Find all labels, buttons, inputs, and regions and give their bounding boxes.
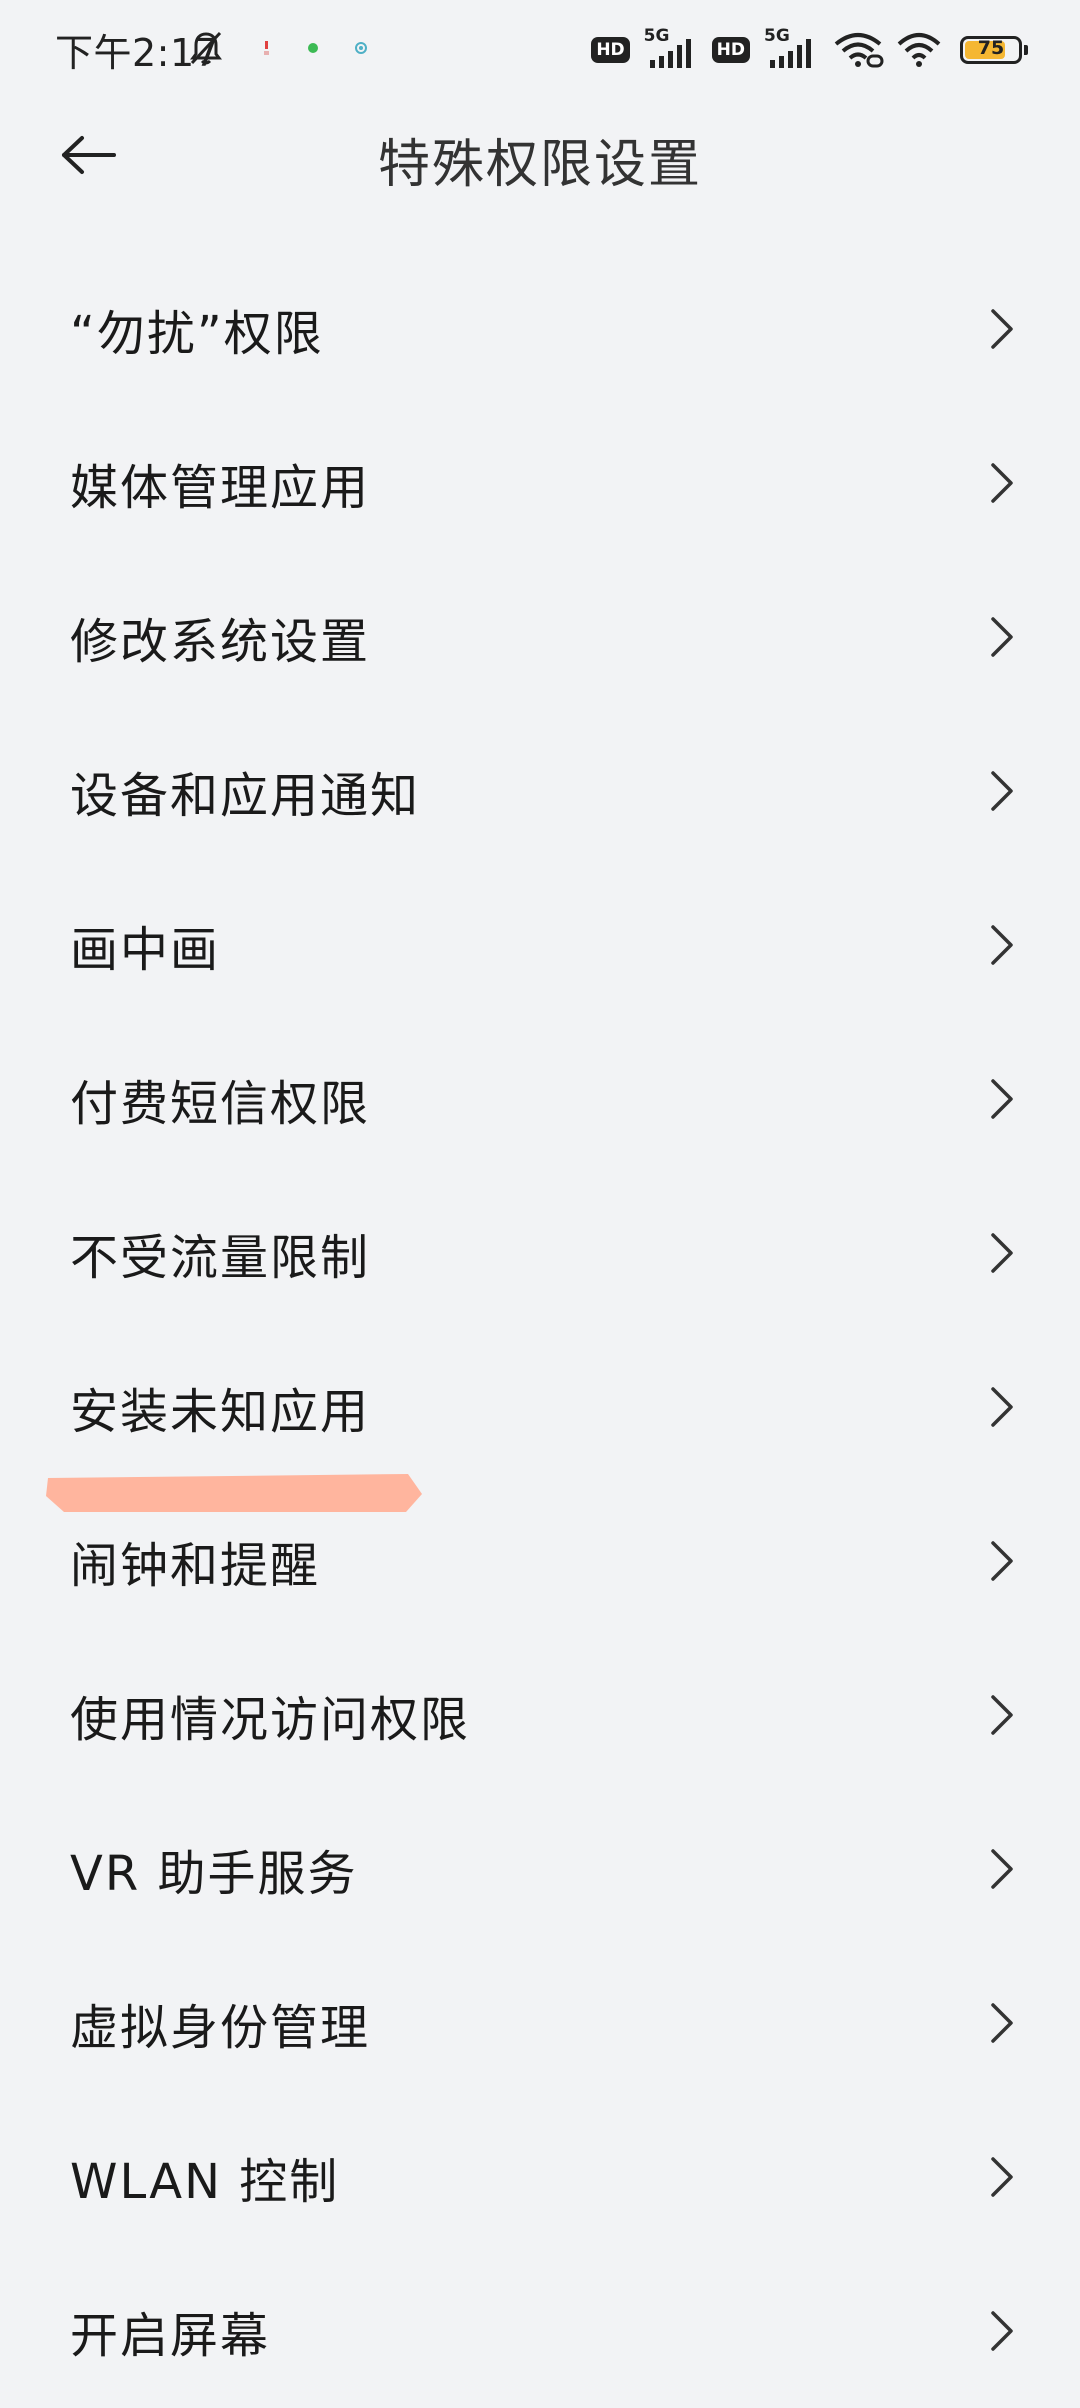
wifi-icon	[897, 33, 941, 67]
bell-off-icon	[190, 31, 222, 65]
chevron-right-icon	[988, 1077, 1016, 1121]
list-item[interactable]: 开启屏幕	[0, 2254, 1080, 2408]
list-item[interactable]: VR 助手服务	[0, 1792, 1080, 1946]
hd-badge-2: HD	[711, 37, 750, 63]
list-item-label: 付费短信权限	[70, 1076, 371, 1132]
list-item[interactable]: 安装未知应用	[0, 1330, 1080, 1484]
list-item-label: WLAN 控制	[70, 2154, 340, 2210]
list-item-label: VR 助手服务	[70, 1846, 358, 1902]
page-title: 特殊权限设置	[377, 135, 702, 195]
permission-list: “勿扰”权限 媒体管理应用 修改系统设置 设备和应用通知 画中画付费短信权限 不受流量限制…	[0, 252, 1080, 2408]
chevron-right-icon	[988, 615, 1016, 659]
signal-strength-1: 5G	[642, 26, 700, 70]
chevron-right-icon	[988, 461, 1016, 505]
list-item-label: 使用情况访问权限	[70, 1692, 471, 1748]
chevron-right-icon	[988, 923, 1016, 967]
list-item[interactable]: “勿扰”权限	[0, 252, 1080, 406]
list-item-label: 闹钟和提醒	[70, 1538, 321, 1594]
highlight-marker	[46, 1474, 422, 1512]
chevron-right-icon	[988, 1231, 1016, 1275]
chevron-right-icon	[988, 1385, 1016, 1429]
list-item[interactable]: 媒体管理应用	[0, 406, 1080, 560]
hd-badge-1: HD	[591, 37, 630, 63]
chevron-right-icon	[988, 1693, 1016, 1737]
list-item[interactable]: 设备和应用通知	[0, 714, 1080, 868]
list-item[interactable]: 付费短信权限	[0, 1022, 1080, 1176]
signal-bars-icon	[770, 39, 811, 68]
notification-icons	[190, 24, 368, 72]
wifi-link-icon	[834, 33, 884, 68]
list-item-label: 画中画	[70, 922, 221, 978]
status-bar: 下午2:17 HD 5G HD 5G 75	[0, 0, 1080, 100]
battery-level: 75	[977, 37, 1005, 59]
chevron-right-icon	[988, 307, 1016, 351]
signal-strength-2: 5G	[762, 26, 820, 70]
app-notification-icon-green	[308, 43, 318, 53]
list-item-label: 安装未知应用	[70, 1384, 371, 1440]
list-item[interactable]: 画中画	[0, 868, 1080, 1022]
app-notification-icon-teal	[355, 42, 367, 54]
status-right-icons: HD 5G HD 5G 75	[591, 26, 1028, 74]
list-item-label: 修改系统设置	[70, 614, 371, 670]
list-item-label: 虚拟身份管理	[70, 2000, 371, 2056]
battery-icon: 75	[960, 36, 1028, 64]
list-item[interactable]: 修改系统设置	[0, 560, 1080, 714]
app-notification-icon-red	[264, 41, 269, 55]
page-header: 特殊权限设置	[0, 100, 1080, 210]
list-item[interactable]: 虚拟身份管理	[0, 1946, 1080, 2100]
chevron-right-icon	[988, 1847, 1016, 1891]
list-item-label: “勿扰”权限	[70, 306, 324, 362]
chevron-right-icon	[988, 769, 1016, 813]
list-item[interactable]: 不受流量限制	[0, 1176, 1080, 1330]
list-item-label: 不受流量限制	[70, 1230, 371, 1286]
chevron-right-icon	[988, 2309, 1016, 2353]
list-item-label: 媒体管理应用	[70, 460, 371, 516]
list-item[interactable]: WLAN 控制	[0, 2100, 1080, 2254]
list-item-label: 设备和应用通知	[70, 768, 421, 824]
list-item-label: 开启屏幕	[70, 2308, 271, 2364]
chevron-right-icon	[988, 2001, 1016, 2045]
chevron-right-icon	[988, 2155, 1016, 2199]
signal-bars-icon	[649, 39, 691, 68]
list-item[interactable]: 使用情况访问权限	[0, 1638, 1080, 1792]
chevron-right-icon	[988, 1539, 1016, 1583]
